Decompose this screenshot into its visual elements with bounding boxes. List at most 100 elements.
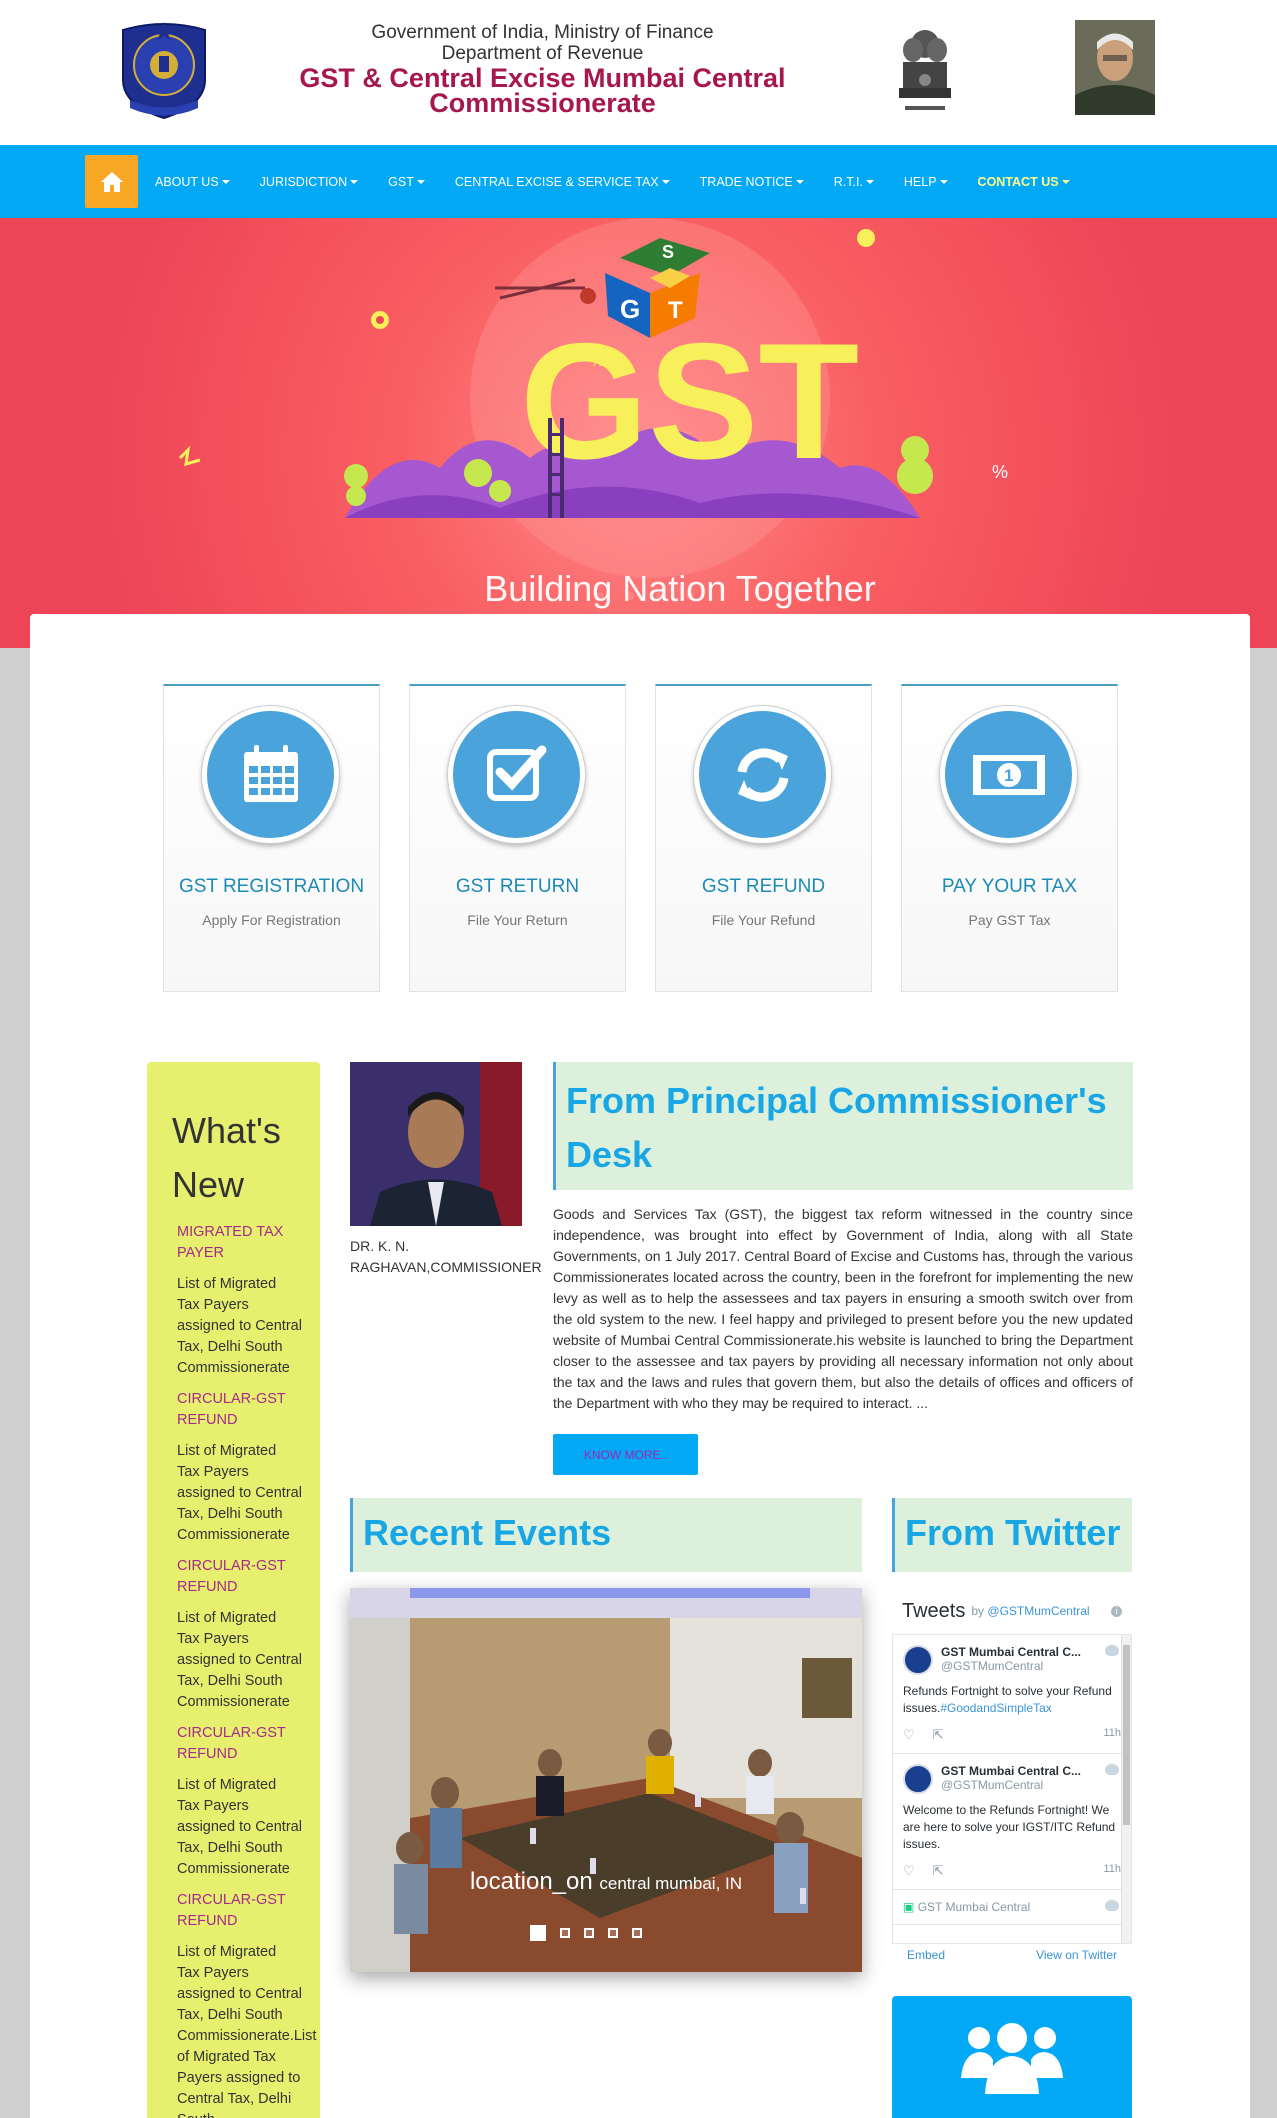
tile-subtitle: File Your Refund bbox=[711, 912, 816, 928]
commissioner-desk-title: From Principal Commissioner's Desk bbox=[566, 1080, 1107, 1175]
tweet-scrollbar[interactable] bbox=[1121, 1635, 1131, 1943]
news-text: List of Migrated Tax Payers assigned to … bbox=[177, 1610, 302, 1710]
recent-events-title: Recent Events bbox=[363, 1512, 612, 1553]
news-link[interactable]: CIRCULAR-GST REFUND bbox=[172, 1389, 302, 1431]
tweets-label: Tweets bbox=[902, 1599, 966, 1622]
site-header: Government of India, Ministry of Finance… bbox=[0, 0, 1277, 145]
share-icon[interactable]: ⇱ bbox=[933, 1727, 944, 1743]
caret-down-icon bbox=[221, 180, 230, 185]
twitter-widget-header: Tweets by @GSTMumCentral i bbox=[892, 1588, 1132, 1634]
tile-subtitle: Pay GST Tax bbox=[968, 912, 1051, 928]
people-panel[interactable] bbox=[892, 1996, 1132, 2118]
carousel-dot[interactable] bbox=[584, 1928, 594, 1938]
share-icon[interactable]: ⇱ bbox=[933, 1863, 944, 1879]
events-carousel[interactable]: location_on central mumbai, IN bbox=[350, 1588, 862, 1972]
news-link[interactable]: MIGRATED TAX PAYER bbox=[172, 1222, 302, 1264]
tweet-author-name[interactable]: GST Mumbai Central C... bbox=[941, 1645, 1081, 1659]
nav-help[interactable]: HELP bbox=[889, 175, 963, 189]
carousel-dot[interactable] bbox=[530, 1925, 546, 1941]
whats-new-panel: What's New MIGRATED TAX PAYER List of Mi… bbox=[147, 1062, 320, 2118]
news-link[interactable]: CIRCULAR-GST REFUND bbox=[172, 1556, 302, 1598]
refresh-icon bbox=[694, 706, 831, 843]
tweet-time[interactable]: 11h bbox=[1103, 1863, 1121, 1879]
svg-text:1: 1 bbox=[1004, 766, 1013, 785]
carousel-dot[interactable] bbox=[632, 1928, 642, 1938]
twitter-bird-icon bbox=[1105, 1645, 1119, 1656]
nav-about-us[interactable]: ABOUT US bbox=[140, 175, 245, 189]
nav-jurisdiction[interactable]: JURISDICTION bbox=[245, 175, 374, 189]
tile-pay-your-tax[interactable]: 1 PAY YOUR TAX Pay GST Tax bbox=[901, 684, 1118, 992]
twitter-title: From Twitter bbox=[905, 1512, 1121, 1553]
svg-text:%: % bbox=[590, 353, 604, 370]
site-title: GST & Central Excise Mumbai Central Comm… bbox=[299, 63, 786, 118]
tile-gst-refund[interactable]: GST REFUND File Your Refund bbox=[655, 684, 872, 992]
scrollbar-thumb[interactable] bbox=[1123, 1645, 1130, 1825]
event-location-text: central mumbai, IN bbox=[599, 1874, 743, 1893]
nav-trade-notice[interactable]: TRADE NOTICE bbox=[685, 175, 819, 189]
avatar[interactable] bbox=[903, 1764, 933, 1794]
svg-text:%: % bbox=[992, 462, 1008, 482]
tile-subtitle: Apply For Registration bbox=[202, 912, 341, 928]
commissioner-photo bbox=[350, 1062, 522, 1226]
nav-central-excise[interactable]: CENTRAL EXCISE & SERVICE TAX bbox=[440, 175, 685, 189]
carousel-dot[interactable] bbox=[608, 1928, 618, 1938]
hashtag-link[interactable]: #GoodandSimpleTax bbox=[940, 1701, 1051, 1715]
tweet-text: Welcome to the Refunds Fortnight! We are… bbox=[903, 1803, 1116, 1851]
news-text: List of Migrated Tax Payers assigned to … bbox=[177, 1276, 302, 1376]
heart-icon[interactable]: ♡ bbox=[903, 1863, 915, 1879]
news-link[interactable]: CIRCULAR-GST REFUND bbox=[172, 1890, 302, 1932]
tile-gst-return[interactable]: GST RETURN File Your Return bbox=[409, 684, 626, 992]
tweet-author: GST Mumbai Central C... @GSTMumCentral bbox=[903, 1764, 1121, 1794]
tweet-time[interactable]: 11h bbox=[1103, 1727, 1121, 1743]
department-line: Department of Revenue bbox=[441, 43, 644, 64]
info-icon[interactable]: i bbox=[1111, 1605, 1122, 1617]
nav-menu: ABOUT US JURISDICTION GST CENTRAL EXCISE… bbox=[140, 145, 1085, 218]
event-photo bbox=[350, 1588, 862, 1972]
embed-link[interactable]: Embed bbox=[907, 1948, 945, 1962]
whats-new-title: What's New bbox=[172, 1110, 281, 1205]
twitter-handle-link[interactable]: @GSTMumCentral bbox=[987, 1604, 1089, 1618]
retweet-icon: ▣ bbox=[903, 1900, 915, 1914]
tweet[interactable]: GST Mumbai Central C... @GSTMumCentral R… bbox=[893, 1635, 1131, 1754]
ministry-line: Government of India, Ministry of Finance bbox=[371, 22, 714, 43]
know-more-button[interactable]: KNOW MORE.. bbox=[553, 1434, 698, 1475]
nav-contact-us[interactable]: CONTACT US bbox=[963, 175, 1085, 189]
tweet-actions: ♡ ⇱ 11h bbox=[903, 1863, 1121, 1879]
national-emblem-icon bbox=[899, 30, 951, 110]
caret-down-icon bbox=[661, 180, 670, 185]
nav-rti[interactable]: R.T.I. bbox=[819, 175, 889, 189]
cbec-logo[interactable] bbox=[115, 20, 213, 120]
svg-text:S: S bbox=[662, 242, 674, 262]
nav-gst[interactable]: GST bbox=[373, 175, 440, 189]
tweet-partial[interactable]: ▣ GST Mumbai Central bbox=[893, 1890, 1131, 1925]
money-icon: 1 bbox=[940, 706, 1077, 843]
service-tiles: GST REGISTRATION Apply For Registration … bbox=[163, 684, 1118, 994]
main-navbar: ABOUT US JURISDICTION GST CENTRAL EXCISE… bbox=[0, 145, 1277, 218]
tile-title: GST REFUND bbox=[701, 876, 826, 897]
tweet-author-handle[interactable]: @GSTMumCentral bbox=[941, 1659, 1081, 1673]
view-on-twitter-link[interactable]: View on Twitter bbox=[1036, 1948, 1117, 1962]
avatar[interactable] bbox=[903, 1645, 933, 1675]
tweet-list[interactable]: GST Mumbai Central C... @GSTMumCentral R… bbox=[892, 1634, 1132, 1944]
twitter-bird-icon bbox=[1105, 1900, 1119, 1911]
tweet-author-handle[interactable]: @GSTMumCentral bbox=[941, 1778, 1081, 1792]
partial-tweet-author: GST Mumbai Central bbox=[917, 1900, 1031, 1914]
caret-down-icon bbox=[865, 180, 874, 185]
carousel-dot[interactable] bbox=[560, 1928, 570, 1938]
tweet[interactable]: GST Mumbai Central C... @GSTMumCentral W… bbox=[893, 1754, 1131, 1890]
caret-down-icon bbox=[939, 180, 948, 185]
tile-gst-registration[interactable]: GST REGISTRATION Apply For Registration bbox=[163, 684, 380, 992]
tweet-author-name[interactable]: GST Mumbai Central C... bbox=[941, 1764, 1081, 1778]
users-group-icon bbox=[961, 2023, 1063, 2094]
location-icon: location_on bbox=[469, 1868, 593, 1895]
home-button[interactable] bbox=[85, 155, 138, 208]
tweet-author: GST Mumbai Central C... @GSTMumCentral bbox=[903, 1645, 1121, 1675]
svg-text:T: T bbox=[668, 297, 683, 324]
tile-subtitle: File Your Return bbox=[467, 912, 568, 928]
news-link[interactable]: CIRCULAR-GST REFUND bbox=[172, 1723, 302, 1765]
commissioner-name: DR. K. N. RAGHAVAN,COMMISSIONER bbox=[350, 1238, 542, 1275]
caret-down-icon bbox=[350, 180, 359, 185]
heart-icon[interactable]: ♡ bbox=[903, 1727, 915, 1743]
gst-big-text: GST bbox=[520, 309, 859, 493]
tweet-actions: ♡ ⇱ 11h bbox=[903, 1727, 1121, 1743]
